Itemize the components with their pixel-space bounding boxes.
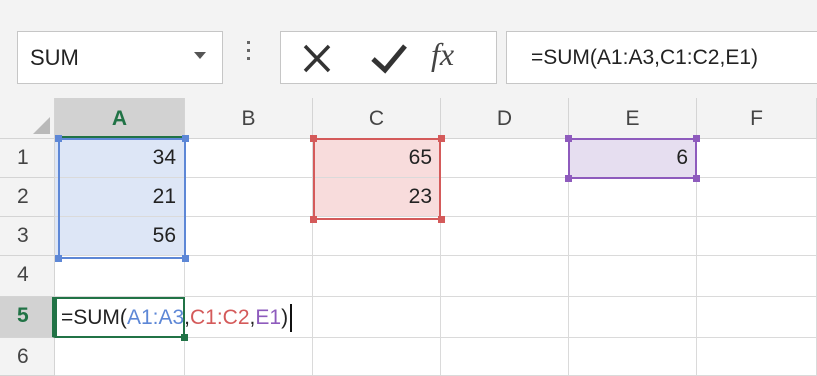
formula-bar-area: SUM fx =SUM(A1:A3,C1:C2,E1) (0, 0, 817, 98)
row-header-6[interactable]: 6 (0, 338, 55, 376)
range-highlight-e1[interactable] (568, 138, 697, 179)
more-options-icon[interactable] (247, 41, 251, 69)
range-handle[interactable] (310, 216, 317, 223)
formula-text: =SUM(A1:A3,C1:C2,E1) (531, 46, 759, 69)
range-handle[interactable] (693, 135, 700, 142)
row-header-3[interactable]: 3 (0, 217, 55, 256)
cell-c5[interactable] (313, 297, 441, 338)
cell-f4[interactable] (697, 256, 817, 297)
row-header-1[interactable]: 1 (0, 139, 55, 178)
cell-e4[interactable] (569, 256, 697, 297)
cell-e5[interactable] (569, 297, 697, 338)
range-highlight-c1-c2[interactable] (313, 138, 441, 220)
column-header-a[interactable]: A (55, 98, 185, 139)
cell-d5[interactable] (441, 297, 569, 338)
column-header-e[interactable]: E (569, 98, 697, 139)
column-header-b[interactable]: B (185, 98, 313, 139)
cell-e3[interactable] (569, 217, 697, 256)
column-header-d[interactable]: D (441, 98, 569, 139)
cell-d4[interactable] (441, 256, 569, 297)
cell-d6[interactable] (441, 338, 569, 376)
row-header-4[interactable]: 4 (0, 256, 55, 297)
column-header-c[interactable]: C (313, 98, 441, 139)
cell-e2[interactable] (569, 178, 697, 217)
range-handle[interactable] (693, 175, 700, 182)
formula-suffix: ) (281, 306, 289, 329)
chevron-down-icon[interactable] (194, 52, 206, 59)
cell-d3[interactable] (441, 217, 569, 256)
cell-c3[interactable] (313, 217, 441, 256)
cell-f1[interactable] (697, 139, 817, 178)
column-header-f[interactable]: F (697, 98, 817, 139)
checkmark-icon (371, 44, 407, 74)
formula-buttons: fx (280, 31, 497, 84)
range-handle[interactable] (565, 175, 572, 182)
cell-a4[interactable] (55, 256, 185, 297)
range-handle[interactable] (565, 135, 572, 142)
formula-prefix: =SUM( (61, 306, 127, 329)
cell-f6[interactable] (697, 338, 817, 376)
range-handle[interactable] (310, 135, 317, 142)
spreadsheet-grid: A B C D E F 1 2 3 4 5 6 34 65 6 21 23 56 (0, 98, 817, 376)
cell-b4[interactable] (185, 256, 313, 297)
row-header-2[interactable]: 2 (0, 178, 55, 217)
text-cursor (290, 304, 293, 333)
range-handle[interactable] (55, 135, 62, 142)
cell-b1[interactable] (185, 139, 313, 178)
range-handle[interactable] (438, 135, 445, 142)
insert-function-button[interactable]: fx (431, 36, 454, 73)
formula-ref-c1-c2: C1:C2 (190, 306, 250, 329)
cell-f2[interactable] (697, 178, 817, 217)
cell-e6[interactable] (569, 338, 697, 376)
cell-a6[interactable] (55, 338, 185, 376)
name-box[interactable]: SUM (17, 31, 223, 84)
formula-ref-a1-a3: A1:A3 (126, 306, 185, 329)
range-handle[interactable] (182, 255, 189, 262)
cell-d1[interactable] (441, 139, 569, 178)
cell-d2[interactable] (441, 178, 569, 217)
range-handle[interactable] (55, 255, 62, 262)
range-handle[interactable] (182, 135, 189, 142)
range-highlight-a1-a3[interactable] (58, 138, 186, 259)
enter-button[interactable] (361, 37, 417, 80)
name-box-value: SUM (30, 45, 79, 70)
formula-input[interactable]: =SUM(A1:A3,C1:C2,E1) (506, 31, 817, 84)
cell-b2[interactable] (185, 178, 313, 217)
cell-f5[interactable] (697, 297, 817, 338)
cell-b6[interactable] (185, 338, 313, 376)
cell-f3[interactable] (697, 217, 817, 256)
cell-edit-text[interactable]: =SUM(A1:A3,C1:C2,E1) (61, 300, 293, 336)
range-handle[interactable] (438, 216, 445, 223)
select-all-button[interactable] (0, 98, 55, 139)
formula-ref-e1: E1 (255, 306, 282, 329)
cell-c6[interactable] (313, 338, 441, 376)
row-header-5[interactable]: 5 (0, 297, 55, 338)
close-icon (303, 44, 331, 73)
cancel-button[interactable] (289, 37, 345, 80)
cell-c4[interactable] (313, 256, 441, 297)
cell-b3[interactable] (185, 217, 313, 256)
